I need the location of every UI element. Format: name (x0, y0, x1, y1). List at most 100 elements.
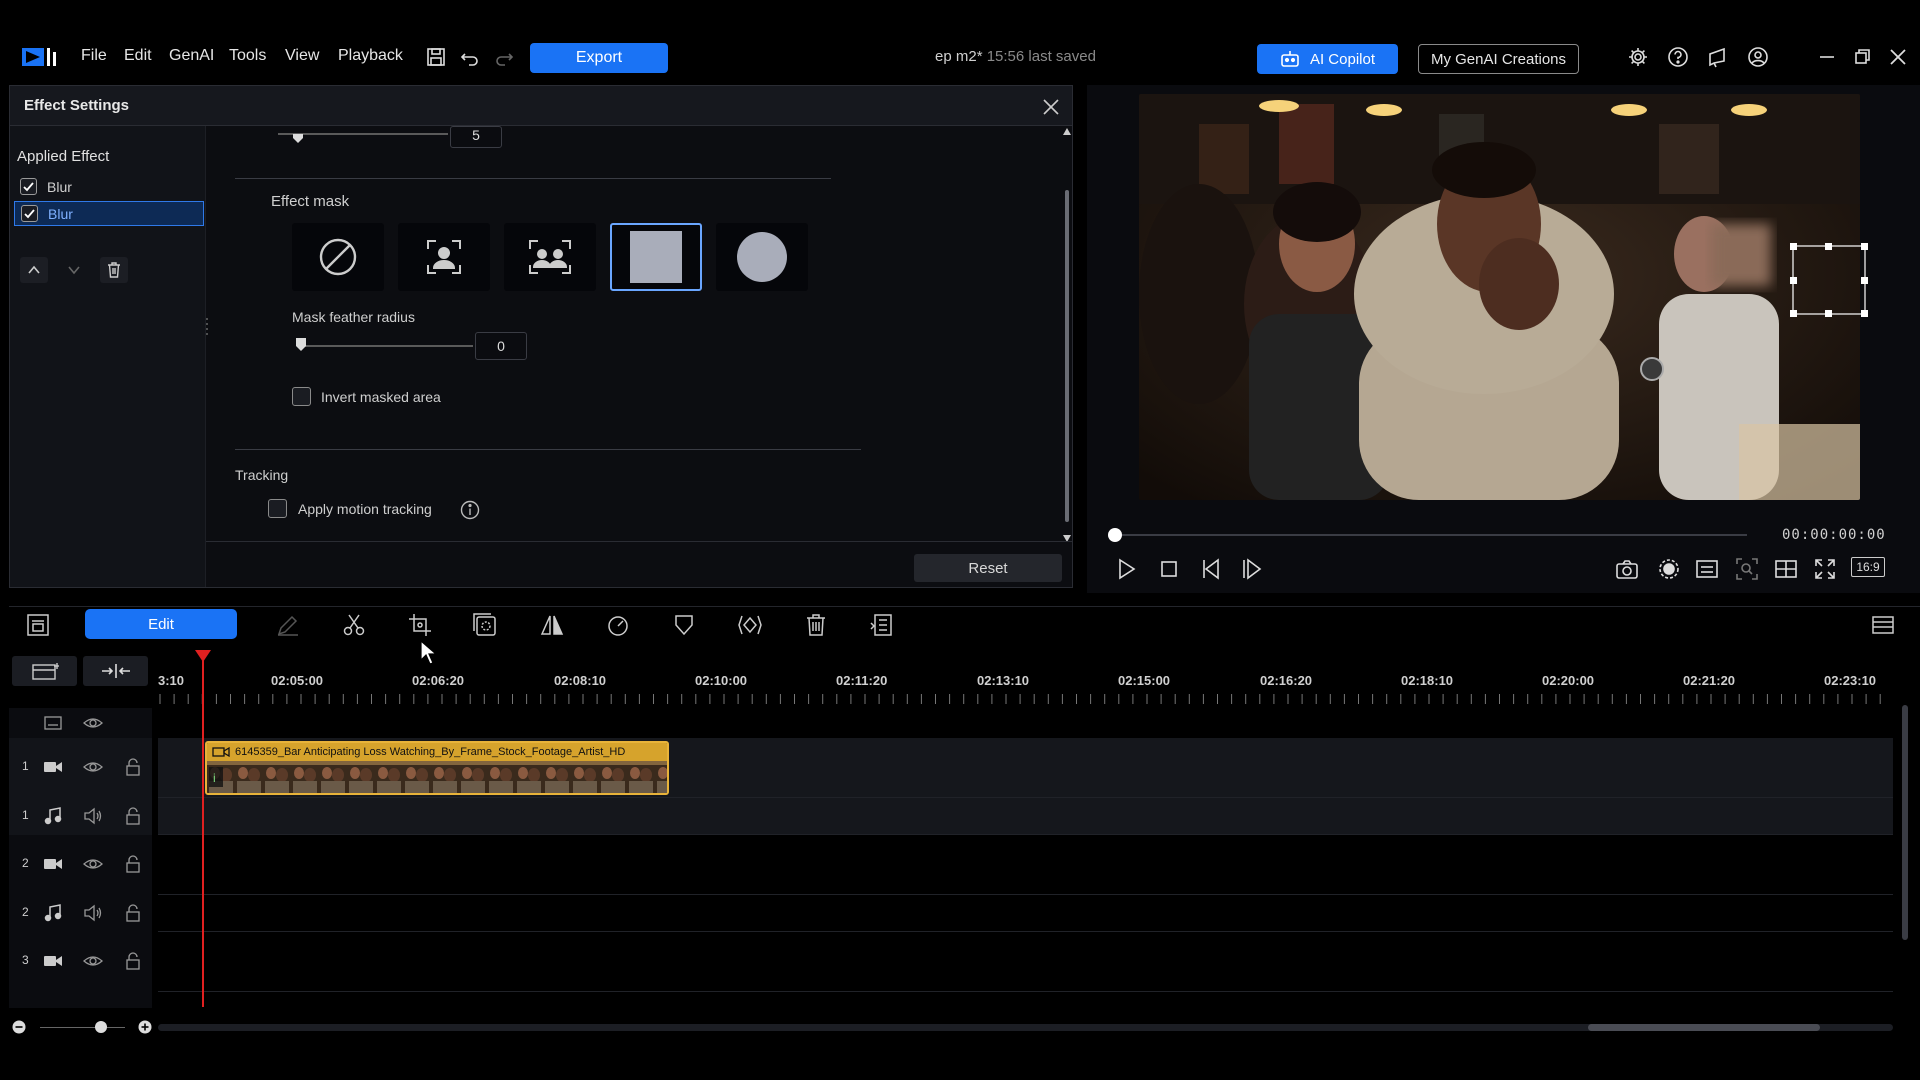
add-track-button[interactable] (12, 656, 77, 686)
notification-icon[interactable] (1707, 46, 1729, 68)
effect-checkbox[interactable] (21, 205, 38, 222)
save-icon[interactable] (425, 46, 447, 68)
next-frame-icon[interactable] (1240, 556, 1266, 582)
export-button[interactable]: Export (530, 43, 668, 73)
speed-icon[interactable] (605, 612, 631, 638)
speaker-icon[interactable] (83, 903, 103, 923)
zoom-preview-icon[interactable] (1734, 556, 1760, 582)
delete-trash-icon[interactable] (803, 612, 829, 638)
menu-view[interactable]: View (285, 47, 319, 65)
save-status: 15:56 last saved (986, 48, 1096, 65)
section-divider (235, 178, 831, 179)
fullscreen-icon[interactable] (1812, 556, 1838, 582)
feather-value-field[interactable]: 0 (475, 332, 527, 360)
playhead-line[interactable] (202, 652, 204, 1007)
timeline-vertical-scrollbar[interactable] (1902, 705, 1908, 940)
settings-scrollbar[interactable] (1062, 126, 1072, 544)
panel-resize-handle[interactable] (205, 316, 209, 338)
ai-copilot-button[interactable]: AI Copilot (1257, 44, 1398, 74)
flip-icon[interactable] (539, 612, 565, 638)
motion-tracking-checkbox[interactable] (268, 499, 287, 518)
previous-frame-icon[interactable] (1199, 556, 1225, 582)
timeline-settings-icon[interactable] (1870, 612, 1896, 638)
audio-track-2[interactable] (158, 895, 1893, 932)
menu-edit[interactable]: Edit (124, 47, 152, 65)
preview-scrubber-track[interactable] (1112, 534, 1747, 536)
mask-option-none[interactable] (292, 223, 384, 291)
zoom-slider-thumb[interactable] (95, 1021, 107, 1033)
eye-icon[interactable] (83, 757, 103, 777)
edit-button[interactable]: Edit (85, 609, 237, 639)
preview-quality-icon[interactable] (1656, 556, 1682, 582)
horizontal-scroll-thumb[interactable] (1588, 1024, 1820, 1031)
close-panel-icon[interactable] (1041, 97, 1061, 117)
lock-icon[interactable] (123, 951, 143, 971)
video-track-3[interactable] (158, 932, 1893, 992)
video-track-2[interactable] (158, 835, 1893, 895)
redo-icon[interactable] (493, 46, 515, 68)
crop-icon[interactable] (407, 612, 433, 638)
speaker-icon[interactable] (83, 806, 103, 826)
menu-file[interactable]: File (81, 47, 107, 65)
pen-icon[interactable] (275, 612, 301, 638)
delete-effect-button[interactable] (100, 257, 128, 283)
preview-scrubber-thumb[interactable] (1108, 528, 1122, 542)
mask-option-group[interactable] (504, 223, 596, 291)
undo-icon[interactable] (459, 46, 481, 68)
transition-icon[interactable] (737, 612, 763, 638)
lock-icon[interactable] (123, 854, 143, 874)
stop-icon[interactable] (1156, 556, 1182, 582)
reset-button[interactable]: Reset (914, 554, 1062, 582)
play-icon[interactable] (1113, 556, 1139, 582)
menu-playback[interactable]: Playback (338, 47, 403, 65)
move-up-button[interactable] (20, 257, 48, 283)
split-scissors-icon[interactable] (341, 612, 367, 638)
video-preview-frame[interactable] (1139, 94, 1860, 500)
playhead-marker[interactable] (195, 650, 211, 662)
snapshot-camera-icon[interactable] (1614, 556, 1640, 582)
applied-effect-item[interactable]: Blur (14, 174, 204, 199)
lock-icon[interactable] (123, 757, 143, 777)
person-mask-icon (422, 235, 466, 279)
minimize-icon[interactable] (1816, 46, 1838, 68)
invert-mask-checkbox[interactable] (292, 387, 311, 406)
subtitle-icon[interactable] (1694, 556, 1720, 582)
applied-effect-item-selected[interactable]: Blur (14, 201, 204, 226)
genai-creations-button[interactable]: My GenAI Creations (1418, 44, 1579, 74)
info-icon[interactable] (460, 500, 480, 520)
close-window-icon[interactable] (1887, 46, 1909, 68)
fit-timeline-button[interactable] (83, 656, 148, 686)
eye-icon[interactable] (83, 713, 103, 733)
mask-option-circle[interactable] (716, 223, 808, 291)
audio-track-1[interactable] (158, 798, 1893, 835)
menu-genai[interactable]: GenAI (169, 47, 214, 65)
tools-menu-icon[interactable] (869, 612, 895, 638)
aspect-ratio-button[interactable]: 16:9 (1851, 557, 1885, 577)
eye-icon[interactable] (83, 951, 103, 971)
settings-gear-icon[interactable] (1627, 46, 1649, 68)
video-clip[interactable]: 6145359_Bar Anticipating Loss Watching_B… (205, 741, 669, 795)
zoom-out-icon[interactable] (12, 1020, 26, 1034)
eye-icon[interactable] (83, 854, 103, 874)
media-room-icon[interactable] (25, 612, 51, 638)
mask-option-person[interactable] (398, 223, 490, 291)
keyframe-shield-icon[interactable] (671, 612, 697, 638)
menu-tools[interactable]: Tools (229, 47, 266, 65)
feather-slider-track[interactable] (300, 345, 473, 347)
zoom-in-icon[interactable] (138, 1020, 152, 1034)
mask-selection-box[interactable] (1789, 242, 1869, 318)
lock-icon[interactable] (123, 806, 143, 826)
help-icon[interactable] (1667, 46, 1689, 68)
mask-option-rectangle-selected[interactable] (610, 223, 702, 291)
top-slider-thumb[interactable] (292, 134, 304, 144)
restore-icon[interactable] (1851, 46, 1873, 68)
account-icon[interactable] (1747, 46, 1769, 68)
top-value-field[interactable]: 5 (450, 126, 502, 148)
feather-slider-thumb[interactable] (295, 338, 307, 352)
lock-icon[interactable] (123, 903, 143, 923)
layout-grid-icon[interactable] (1773, 556, 1799, 582)
move-down-button[interactable] (60, 257, 88, 283)
effect-checkbox[interactable] (20, 178, 37, 195)
zoom-slider-track[interactable] (40, 1027, 125, 1028)
mask-designer-icon[interactable] (472, 612, 498, 638)
